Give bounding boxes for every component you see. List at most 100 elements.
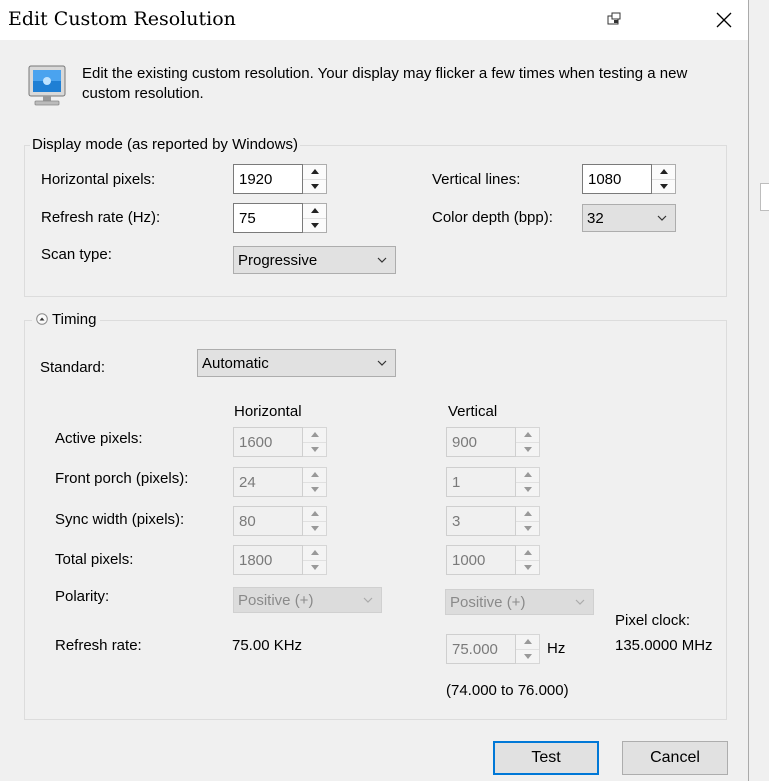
refresh-rate-stepper[interactable]: 75 (233, 203, 327, 233)
standard-select[interactable]: Automatic (197, 349, 396, 377)
display-window-icon (607, 12, 621, 25)
chevron-down-icon (523, 653, 532, 659)
chevron-down-icon (377, 360, 387, 366)
refresh-rate-label: Refresh rate (Hz): (41, 209, 161, 226)
color-depth-select[interactable]: 32 (582, 204, 676, 232)
window-title: Edit Custom Resolution (8, 8, 236, 30)
front-porch-v-stepper: 1 (446, 467, 540, 497)
chevron-up-icon (523, 472, 532, 478)
chevron-down-icon (310, 525, 319, 531)
scan-type-select[interactable]: Progressive (233, 246, 396, 274)
chevron-up-icon (310, 169, 319, 175)
active-pixels-label: Active pixels: (55, 430, 143, 447)
polarity-v-select: Positive (+) (445, 589, 594, 615)
vertical-lines-label: Vertical lines: (432, 171, 521, 188)
horizontal-pixels-label: Horizontal pixels: (41, 171, 156, 188)
increment-button[interactable] (303, 165, 326, 179)
chevron-up-icon (523, 511, 532, 517)
horizontal-pixels-stepper[interactable]: 1920 (233, 164, 327, 194)
display-mode-legend: Display mode (as reported by Windows) (30, 136, 300, 153)
refresh-rate-timing-label: Refresh rate: (55, 637, 142, 654)
active-pixels-h-input: 1600 (233, 427, 303, 457)
polarity-h-select: Positive (+) (233, 587, 382, 613)
total-pixels-v-input: 1000 (446, 545, 516, 575)
close-icon (716, 12, 732, 28)
vertical-lines-input[interactable]: 1080 (582, 164, 652, 194)
chevron-up-icon (523, 550, 532, 556)
decrement-button[interactable] (652, 178, 675, 194)
chevron-down-icon (523, 486, 532, 492)
decrement-button[interactable] (303, 217, 326, 233)
total-pixels-label: Total pixels: (55, 551, 134, 568)
chevron-down-icon (659, 183, 668, 189)
chevron-down-icon (310, 446, 319, 452)
vertical-refresh-input: 75.000 (446, 634, 516, 664)
title-bar[interactable]: Edit Custom Resolution (0, 0, 748, 40)
total-pixels-v-stepper: 1000 (446, 545, 540, 575)
front-porch-h-stepper: 24 (233, 467, 327, 497)
background-window-fragment (760, 183, 769, 211)
scan-type-value: Progressive (238, 252, 318, 269)
chevron-down-icon (523, 564, 532, 570)
timing-legend: Timing (52, 310, 97, 328)
horizontal-pixels-input[interactable]: 1920 (233, 164, 303, 194)
increment-button[interactable] (652, 165, 675, 179)
active-pixels-v-input: 900 (446, 427, 516, 457)
color-depth-value: 32 (587, 210, 604, 227)
chevron-up-icon (523, 432, 532, 438)
sync-width-h-input: 80 (233, 506, 303, 536)
chevron-up-icon (659, 169, 668, 175)
collapse-icon (36, 313, 48, 325)
vertical-refresh-stepper: 75.000 (446, 634, 540, 664)
test-button[interactable]: Test (493, 741, 599, 775)
chevron-down-icon (575, 599, 585, 605)
monitor-icon (28, 65, 66, 106)
front-porch-h-input: 24 (233, 467, 303, 497)
chevron-down-icon (657, 215, 667, 221)
chevron-down-icon (310, 183, 319, 189)
scan-type-label: Scan type: (41, 246, 112, 263)
chevron-down-icon (523, 446, 532, 452)
chevron-down-icon (310, 564, 319, 570)
vertical-refresh-range: (74.000 to 76.000) (446, 682, 569, 699)
chevron-down-icon (523, 525, 532, 531)
chevron-up-icon (310, 472, 319, 478)
horizontal-refresh-value: 75.00 KHz (232, 637, 303, 654)
decrement-button[interactable] (303, 178, 326, 194)
horizontal-column-header: Horizontal (234, 403, 302, 420)
total-pixels-h-input: 1800 (233, 545, 303, 575)
info-text: Edit the existing custom resolution. You… (82, 65, 688, 102)
active-pixels-h-stepper: 1600 (233, 427, 327, 457)
sync-width-v-input: 3 (446, 506, 516, 536)
sync-width-label: Sync width (pixels): (55, 511, 185, 528)
pixel-clock-value: 135.0000 MHz (615, 637, 713, 654)
active-pixels-v-stepper: 900 (446, 427, 540, 457)
timing-toggle[interactable]: Timing (32, 308, 101, 330)
vertical-column-header: Vertical (448, 403, 498, 420)
standard-value: Automatic (202, 355, 269, 372)
chevron-up-icon (310, 432, 319, 438)
sync-width-h-stepper: 80 (233, 506, 327, 536)
chevron-up-icon (523, 639, 532, 645)
vertical-lines-stepper[interactable]: 1080 (582, 164, 676, 194)
close-button[interactable] (704, 4, 744, 36)
polarity-h-value: Positive (+) (238, 592, 314, 609)
refresh-rate-input[interactable]: 75 (233, 203, 303, 233)
chevron-up-icon (310, 511, 319, 517)
color-depth-label: Color depth (bpp): (432, 209, 553, 226)
background-window (748, 0, 769, 781)
vertical-refresh-unit: Hz (547, 640, 566, 657)
edit-custom-resolution-dialog: Edit Custom Resolution Edit the existing… (0, 0, 749, 781)
chevron-down-icon (377, 257, 387, 263)
chevron-down-icon (310, 222, 319, 228)
chevron-down-icon (363, 597, 373, 603)
cancel-button[interactable]: Cancel (622, 741, 728, 775)
increment-button[interactable] (303, 204, 326, 218)
chevron-down-icon (310, 486, 319, 492)
chevron-up-icon (310, 550, 319, 556)
sync-width-v-stepper: 3 (446, 506, 540, 536)
front-porch-v-input: 1 (446, 467, 516, 497)
chevron-up-icon (310, 208, 319, 214)
front-porch-label: Front porch (pixels): (55, 470, 189, 487)
standard-label: Standard: (40, 359, 106, 376)
